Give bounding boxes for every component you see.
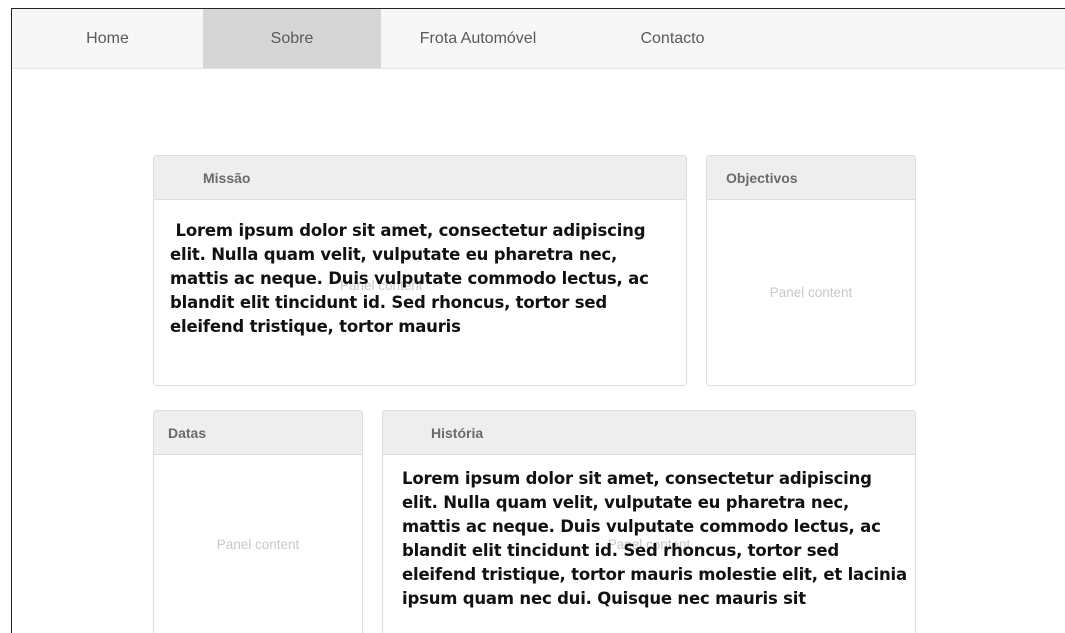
nav-frota-link[interactable]: Frota Automóvel	[381, 9, 575, 68]
panel-missao-body: Panel content Lorem ipsum dolor sit amet…	[154, 200, 686, 385]
nav-home-link[interactable]: Home	[12, 9, 203, 68]
panel-datas: Datas Panel content	[153, 410, 363, 633]
navbar: Home Sobre Frota Automóvel Contacto	[12, 9, 1065, 69]
panel-missao-title: Missão	[154, 156, 686, 200]
panel-datas-body: Panel content	[154, 455, 362, 633]
panel-historia: História Panel content Lorem ipsum dolor…	[382, 410, 916, 633]
panel-objectivos-placeholder: Panel content	[769, 285, 853, 300]
panel-historia-title: História	[383, 411, 915, 455]
panel-objectivos-title: Objectivos	[707, 156, 915, 200]
panel-historia-text: Lorem ipsum dolor sit amet, consectetur …	[402, 469, 907, 608]
panel-objectivos-body: Panel content	[707, 200, 915, 385]
panel-missao: Missão Panel content Lorem ipsum dolor s…	[153, 155, 687, 386]
panel-historia-body: Panel content Lorem ipsum dolor sit amet…	[383, 455, 915, 633]
nav-sobre-link[interactable]: Sobre	[203, 9, 381, 68]
panel-datas-placeholder: Panel content	[216, 537, 300, 552]
panel-missao-text: Lorem ipsum dolor sit amet, consectetur …	[170, 221, 655, 336]
panel-datas-title: Datas	[154, 411, 362, 455]
page-frame: Home Sobre Frota Automóvel Contacto Miss…	[11, 8, 1065, 633]
nav-contacto-link[interactable]: Contacto	[575, 9, 770, 68]
panel-objectivos: Objectivos Panel content	[706, 155, 916, 386]
